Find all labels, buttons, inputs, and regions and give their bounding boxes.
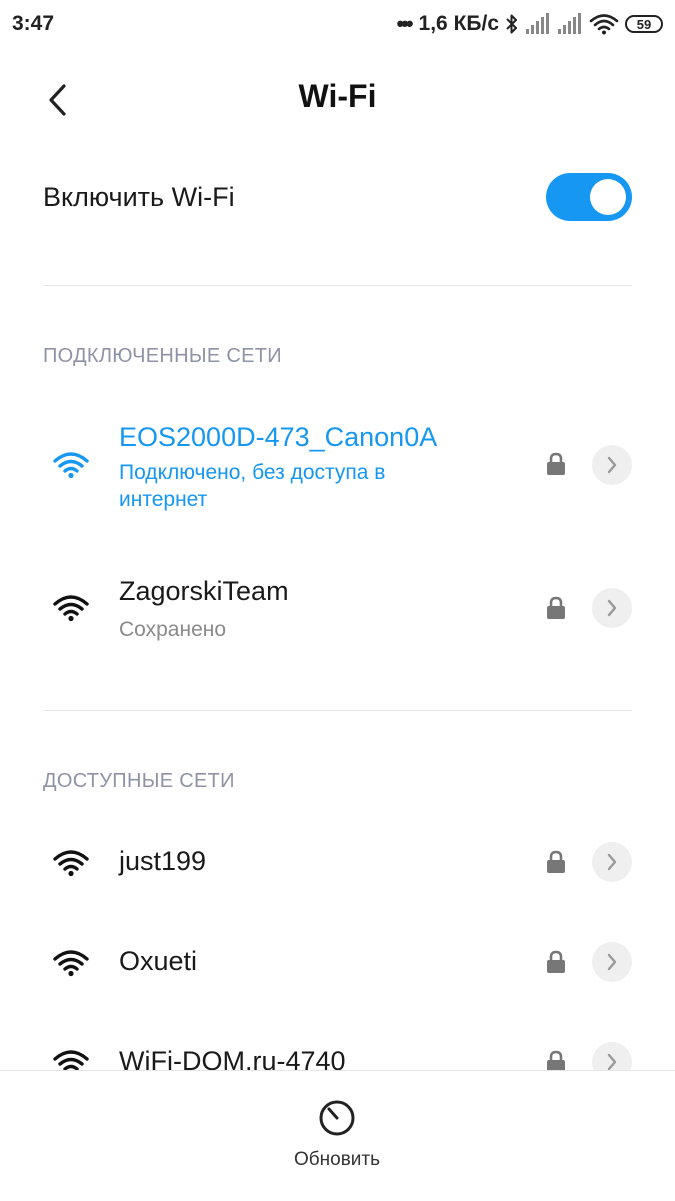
status-bar: 3:47 ••• 1,6 КБ/с 59 bbox=[0, 0, 675, 50]
network-row[interactable]: EOS2000D-473_Canon0A Подключено, без дос… bbox=[0, 410, 675, 525]
network-details-button[interactable] bbox=[592, 842, 632, 882]
network-name: EOS2000D-473_Canon0A bbox=[119, 422, 438, 452]
wifi-toggle-label: Включить Wi-Fi bbox=[43, 182, 235, 212]
lock-icon bbox=[547, 596, 565, 619]
network-status: Сохранено bbox=[119, 618, 227, 641]
lock-icon bbox=[547, 452, 565, 475]
divider bbox=[43, 285, 632, 286]
wifi-toggle-switch[interactable] bbox=[546, 173, 632, 221]
chevron-right-icon bbox=[607, 853, 617, 871]
chevron-right-icon bbox=[607, 1053, 617, 1071]
refresh-label: Обновить bbox=[293, 1149, 381, 1170]
section-header-available: ДОСТУПНЫЕ СЕТИ bbox=[43, 770, 235, 792]
network-row[interactable]: ZagorskiTeam Сохранено bbox=[0, 560, 675, 655]
bottom-bar: Обновить bbox=[0, 1070, 675, 1201]
signal-icon bbox=[558, 13, 581, 34]
network-name: ZagorskiTeam bbox=[119, 576, 289, 606]
chevron-right-icon bbox=[607, 599, 617, 617]
wifi-signal-icon bbox=[53, 950, 89, 977]
wifi-icon bbox=[589, 14, 619, 35]
network-details-button[interactable] bbox=[592, 942, 632, 982]
toggle-knob bbox=[590, 179, 626, 215]
battery-icon: 59 bbox=[625, 15, 663, 33]
wifi-signal-icon bbox=[53, 850, 89, 877]
bluetooth-icon bbox=[506, 14, 517, 34]
page-title: Wi-Fi bbox=[298, 78, 377, 114]
network-speed: 1,6 КБ/с bbox=[418, 12, 499, 35]
lock-icon bbox=[547, 850, 565, 873]
chevron-right-icon bbox=[607, 456, 617, 474]
wifi-signal-icon bbox=[53, 595, 89, 622]
divider bbox=[43, 710, 632, 711]
signal-icon bbox=[526, 13, 549, 34]
network-name: Oxueti bbox=[119, 946, 198, 976]
section-header-connected: ПОДКЛЮЧЕННЫЕ СЕТИ bbox=[43, 345, 282, 367]
network-row[interactable]: Oxueti bbox=[0, 930, 675, 994]
wifi-toggle-row[interactable]: Включить Wi-Fi bbox=[0, 158, 675, 238]
refresh-icon bbox=[319, 1100, 355, 1136]
battery-level: 59 bbox=[636, 16, 652, 32]
refresh-button[interactable]: Обновить bbox=[287, 1099, 387, 1189]
lock-icon bbox=[547, 950, 565, 973]
chevron-right-icon bbox=[607, 953, 617, 971]
status-time: 3:47 bbox=[12, 12, 55, 35]
wifi-signal-icon bbox=[53, 452, 89, 479]
network-details-button[interactable] bbox=[592, 445, 632, 485]
network-details-button[interactable] bbox=[592, 588, 632, 628]
network-status: Подключено, без доступа в интернет bbox=[119, 461, 386, 511]
network-name: just199 bbox=[119, 846, 207, 876]
network-row[interactable]: just199 bbox=[0, 830, 675, 894]
status-icons: ••• 1,6 КБ/с 59 bbox=[396, 10, 663, 38]
notification-dots: ••• bbox=[396, 11, 413, 36]
